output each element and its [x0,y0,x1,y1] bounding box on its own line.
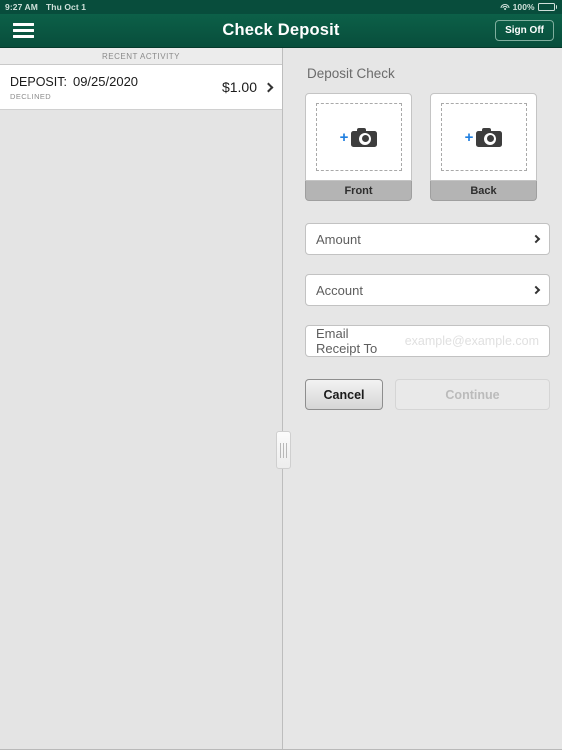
capture-back-label: Back [430,181,537,201]
capture-back: + Back [430,93,537,201]
chevron-right-icon [531,234,541,244]
capture-back-dashed-area: + [440,103,527,171]
hamburger-menu-icon[interactable] [0,14,46,48]
activity-date: 09/25/2020 [72,73,139,89]
capture-front-button[interactable]: + [305,93,412,181]
page-title: Check Deposit [222,21,340,39]
amount-field[interactable]: Amount [305,223,550,255]
capture-front-dashed-area: + [315,103,402,171]
app-screen: 9:27 AM Thu Oct 1 100% Check Deposit Sig… [0,0,562,750]
email-receipt-label: Email Receipt To [316,326,378,356]
status-bar: 9:27 AM Thu Oct 1 100% [0,0,562,14]
capture-front: + Front [305,93,412,201]
action-button-row: Cancel Continue [283,376,562,410]
battery-percent-label: 100% [512,2,535,12]
battery-full-icon [537,3,557,11]
plus-icon: + [464,128,474,146]
activity-text-group: DEPOSIT: 09/25/2020 DECLINED [10,74,138,101]
capture-front-label: Front [305,181,412,201]
sign-off-button[interactable]: Sign Off [495,20,554,41]
status-bar-right: 100% [500,2,557,12]
recent-activity-pane: RECENT ACTIVITY DEPOSIT: 09/25/2020 DECLI… [0,48,283,750]
drag-handle-icon[interactable] [276,431,291,469]
continue-button[interactable]: Continue [395,379,550,410]
wifi-icon [500,3,510,11]
amount-field-label: Amount [316,231,361,247]
activity-type-label: DEPOSIT: [10,74,67,89]
cancel-button[interactable]: Cancel [305,379,383,410]
navigation-bar: Check Deposit Sign Off [0,14,562,48]
status-badge: DECLINED [10,91,52,101]
activity-amount: $1.00 [221,79,257,95]
deposit-check-title: Deposit Check [307,66,395,81]
deposit-form: Amount Account Email Receipt To example@… [283,201,562,357]
account-field-label: Account [316,282,363,298]
chevron-right-icon [263,82,274,92]
email-receipt-placeholder: example@example.com [404,334,539,348]
recent-activity-header: RECENT ACTIVITY [0,48,282,65]
camera-icon [476,127,503,147]
deposit-check-pane: Deposit Check + Front + Back Amount Acco… [276,48,562,750]
account-field[interactable]: Account [305,274,550,306]
list-item[interactable]: DEPOSIT: 09/25/2020 DECLINED $1.00 [0,65,282,110]
split-view: RECENT ACTIVITY DEPOSIT: 09/25/2020 DECLI… [0,48,562,750]
camera-icon [351,127,378,147]
activity-title: DEPOSIT: 09/25/2020 [10,74,138,90]
plus-icon: + [339,128,349,146]
chevron-right-icon [531,285,541,295]
check-capture-row: + Front + Back [283,81,562,201]
capture-back-button[interactable]: + [430,93,537,181]
status-bar-date: Thu Oct 1 [45,2,87,12]
status-bar-time: 9:27 AM [5,2,38,12]
activity-right-group: $1.00 [221,79,274,95]
email-receipt-field[interactable]: Email Receipt To example@example.com [305,325,550,357]
